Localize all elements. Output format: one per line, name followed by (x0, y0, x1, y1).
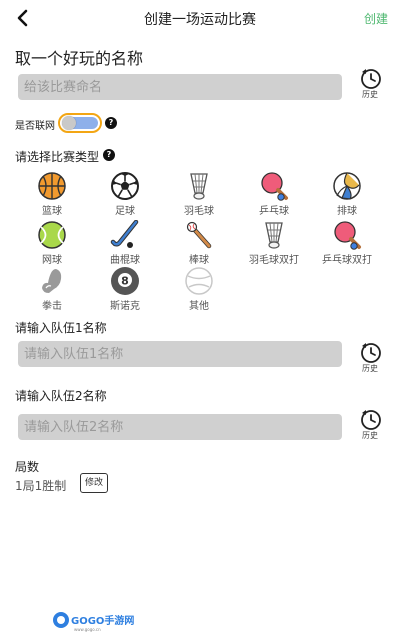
sport-label: 乒乓球双打 (322, 255, 372, 266)
team2-name-input[interactable] (18, 414, 342, 440)
sport-label: 篮球 (42, 206, 62, 217)
sport-label: 曲棍球 (110, 255, 140, 266)
sport-label: 拳击 (42, 301, 62, 312)
header: 创建一场运动比赛 创建 (0, 0, 400, 36)
create-button[interactable]: 创建 (364, 10, 388, 27)
sport-tennis[interactable]: 网球 (16, 220, 88, 266)
team2-label: 请输入队伍2名称 (15, 389, 107, 403)
tennis-ball-icon (38, 221, 66, 249)
sport-label: 其他 (189, 301, 209, 312)
sport-label: 斯诺克 (110, 301, 140, 312)
history-icon (361, 343, 381, 363)
footer-logo: GOGO手游网 www.gogo.cn (52, 610, 136, 632)
ping-pong-doubles-icon (334, 221, 361, 250)
sport-volleyball[interactable]: 排球 (311, 171, 383, 217)
rounds-title: 局数 (15, 460, 40, 474)
network-label: 是否联网 (15, 121, 55, 132)
hockey-stick-icon (110, 220, 139, 248)
sport-ping-pong[interactable]: 乒乓球 (238, 171, 310, 217)
gogo-logo-icon: GOGO手游网 www.gogo.cn (53, 612, 134, 632)
sport-label: 足球 (115, 206, 135, 217)
svg-text:8: 8 (121, 275, 129, 288)
sport-ping-pong-doubles[interactable]: 乒乓球双打 (311, 220, 383, 266)
history-label: 历史 (362, 90, 378, 99)
team1-history-button[interactable]: 历史 (352, 340, 388, 374)
sport-label: 排球 (337, 206, 357, 217)
sport-label: 棒球 (189, 255, 209, 266)
history-label: 历史 (362, 431, 378, 440)
sport-label: 羽毛球 (184, 206, 214, 217)
name-history-button[interactable]: 历史 (352, 66, 388, 100)
logo-subtext: www.gogo.cn (74, 627, 101, 632)
history-icon (361, 410, 381, 430)
history-icon (361, 69, 381, 89)
baseball-icon (186, 221, 212, 249)
sport-type-help-icon[interactable]: ? (103, 149, 115, 161)
shuttlecock-icon (190, 173, 208, 200)
rounds-value: 1局1胜制 (15, 479, 67, 493)
sport-badminton[interactable]: 羽毛球 (163, 171, 235, 217)
team2-history-button[interactable]: 历史 (352, 407, 388, 441)
sport-other[interactable]: 其他 (163, 266, 235, 312)
page-title: 创建一场运动比赛 (144, 12, 256, 28)
team1-name-input[interactable] (18, 341, 342, 367)
ping-pong-icon (261, 172, 288, 201)
name-section-title: 取一个好玩的名称 (15, 49, 144, 68)
network-help-icon[interactable]: ? (105, 117, 117, 129)
network-toggle[interactable] (58, 113, 102, 133)
basketball-icon (38, 172, 66, 200)
logo-text: GOGO手游网 (71, 614, 134, 627)
badminton-doubles-icon (265, 222, 283, 249)
team1-label: 请输入队伍1名称 (15, 321, 107, 335)
boxing-glove-icon (42, 269, 62, 293)
sport-snooker[interactable]: 8 斯诺克 (89, 266, 161, 312)
snooker-ball-icon: 8 (111, 267, 139, 295)
sport-hockey[interactable]: 曲棍球 (89, 220, 161, 266)
sport-badminton-doubles[interactable]: 羽毛球双打 (238, 220, 310, 266)
history-label: 历史 (362, 364, 378, 373)
match-name-input[interactable] (18, 74, 342, 100)
other-ball-icon (185, 267, 213, 295)
sport-boxing[interactable]: 拳击 (16, 266, 88, 312)
sport-soccer[interactable]: 足球 (89, 171, 161, 217)
rounds-modify-button[interactable]: 修改 (80, 473, 108, 493)
toggle-knob (62, 116, 76, 130)
sport-baseball[interactable]: 棒球 (163, 220, 235, 266)
volleyball-icon (333, 172, 361, 200)
sport-label: 网球 (42, 255, 62, 266)
soccer-ball-icon (111, 172, 139, 200)
sport-basketball[interactable]: 篮球 (16, 171, 88, 217)
sport-type-label: 请选择比赛类型 (15, 150, 100, 164)
sport-label: 乒乓球 (259, 206, 289, 217)
sport-label: 羽毛球双打 (249, 255, 299, 266)
